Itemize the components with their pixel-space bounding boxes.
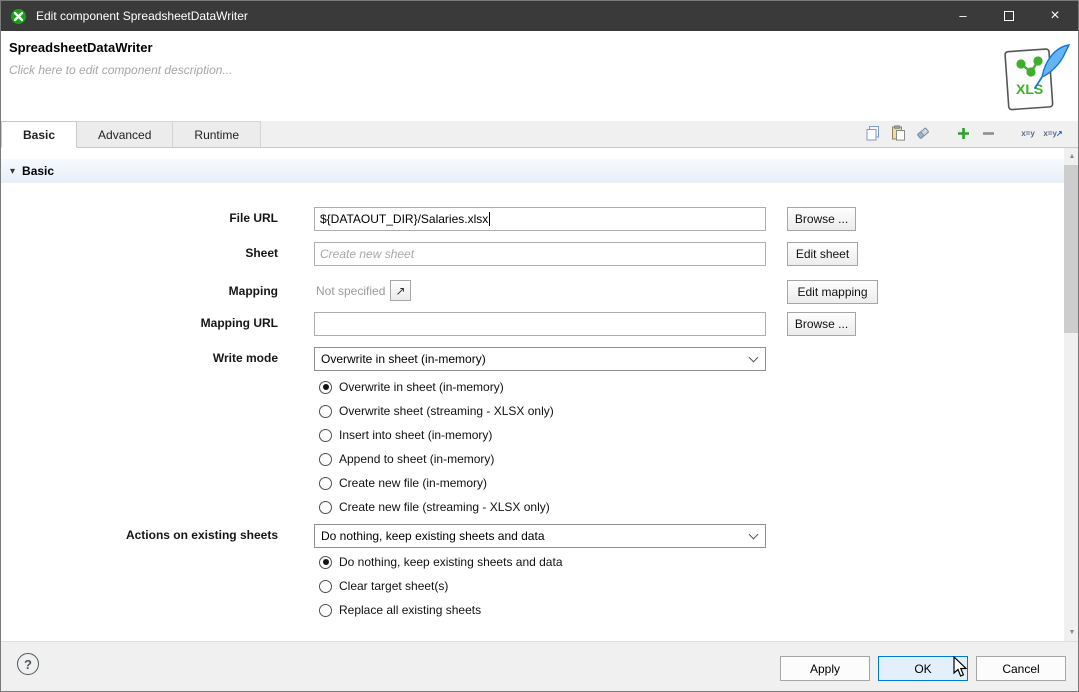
tab-basic[interactable]: Basic: [1, 121, 77, 148]
help-icon: ?: [24, 657, 32, 672]
scroll-up-button[interactable]: ▲: [1064, 148, 1079, 165]
minimize-icon: –: [959, 11, 966, 21]
actions-option-2[interactable]: Replace all existing sheets: [319, 601, 481, 619]
edit-mapping-button[interactable]: Edit mapping: [787, 280, 878, 304]
close-button[interactable]: ×: [1032, 1, 1078, 31]
sheet-label: Sheet: [41, 246, 278, 260]
edit-component-dialog: Edit component SpreadsheetDataWriter – ×…: [0, 0, 1079, 692]
title-bar: Edit component SpreadsheetDataWriter – ×: [1, 1, 1078, 31]
edit-sheet-button[interactable]: Edit sheet: [787, 242, 858, 266]
remove-attribute-icon[interactable]: [979, 124, 997, 142]
mapping-value: Not specified: [316, 284, 385, 298]
radio-button[interactable]: [319, 405, 332, 418]
actions-selected-value: Do nothing, keep existing sheets and dat…: [321, 529, 545, 543]
scroll-down-button[interactable]: ▼: [1064, 624, 1079, 641]
section-collapse-icon[interactable]: ▾: [10, 166, 15, 177]
scroll-down-icon: ▼: [1069, 629, 1076, 636]
radio-button[interactable]: [319, 604, 332, 617]
evaluate-expression-icon[interactable]: x=y↗: [1044, 124, 1062, 142]
tab-runtime[interactable]: Runtime: [173, 121, 261, 147]
radio-button[interactable]: [319, 580, 332, 593]
property-toolbar: x=y x=y↗: [864, 124, 1062, 142]
vertical-scrollbar[interactable]: ▲ ▼: [1064, 148, 1079, 641]
expand-icon: ↗: [395, 284, 405, 298]
radio-label[interactable]: Do nothing, keep existing sheets and dat…: [339, 555, 563, 569]
radio-button[interactable]: [319, 477, 332, 490]
file-url-value: ${DATAOUT_DIR}/Salaries.xlsx: [320, 212, 488, 226]
copy-icon[interactable]: [864, 124, 882, 142]
mapping-url-browse-button[interactable]: Browse ...: [787, 312, 856, 336]
write-mode-option-1[interactable]: Overwrite sheet (streaming - XLSX only): [319, 402, 554, 420]
mapping-label: Mapping: [41, 284, 278, 298]
tab-advanced[interactable]: Advanced: [77, 121, 173, 147]
reset-property-icon[interactable]: [914, 124, 932, 142]
radio-button[interactable]: [319, 501, 332, 514]
sheet-placeholder: Create new sheet: [320, 247, 414, 261]
section-title: Basic: [22, 164, 54, 178]
write-mode-option-5[interactable]: Create new file (streaming - XLSX only): [319, 498, 550, 516]
file-url-label: File URL: [41, 211, 278, 225]
sheet-input[interactable]: Create new sheet: [314, 242, 766, 266]
write-mode-combobox[interactable]: Overwrite in sheet (in-memory): [314, 347, 766, 371]
component-description-placeholder[interactable]: Click here to edit component description…: [9, 63, 232, 77]
actions-option-1[interactable]: Clear target sheet(s): [319, 577, 448, 595]
svg-text:XLS: XLS: [1016, 81, 1043, 97]
radio-button[interactable]: [319, 556, 332, 569]
mapping-url-input[interactable]: [314, 312, 766, 336]
maximize-icon: [1004, 11, 1014, 21]
section-basic-header[interactable]: ▾ Basic: [1, 159, 1064, 183]
actions-on-existing-sheets-label: Actions on existing sheets: [41, 528, 278, 542]
radio-label[interactable]: Clear target sheet(s): [339, 579, 448, 593]
scrollbar-thumb[interactable]: [1064, 165, 1079, 333]
cancel-button[interactable]: Cancel: [976, 656, 1066, 681]
write-mode-option-0[interactable]: Overwrite in sheet (in-memory): [319, 378, 504, 396]
write-mode-selected-value: Overwrite in sheet (in-memory): [321, 352, 486, 366]
mapping-url-label: Mapping URL: [41, 316, 278, 330]
write-mode-option-3[interactable]: Append to sheet (in-memory): [319, 450, 494, 468]
close-icon: ×: [1050, 7, 1059, 25]
radio-button[interactable]: [319, 453, 332, 466]
actions-combobox[interactable]: Do nothing, keep existing sheets and dat…: [314, 524, 766, 548]
file-url-input[interactable]: ${DATAOUT_DIR}/Salaries.xlsx: [314, 207, 766, 231]
evaluate-arrow-icon: ↗: [1056, 129, 1063, 138]
show-values-icon[interactable]: x=y: [1019, 124, 1037, 142]
chevron-down-icon: [749, 353, 759, 363]
write-mode-label: Write mode: [41, 351, 278, 365]
radio-label[interactable]: Replace all existing sheets: [339, 603, 481, 617]
window-controls: – ×: [940, 1, 1078, 31]
minimize-button[interactable]: –: [940, 1, 986, 31]
write-mode-option-4[interactable]: Create new file (in-memory): [319, 474, 487, 492]
add-attribute-icon[interactable]: [954, 124, 972, 142]
radio-label[interactable]: Create new file (streaming - XLSX only): [339, 500, 550, 514]
file-url-browse-button[interactable]: Browse ...: [787, 207, 856, 231]
radio-button[interactable]: [319, 381, 332, 394]
dialog-footer: ? Apply OK Cancel: [1, 641, 1079, 692]
actions-option-0[interactable]: Do nothing, keep existing sheets and dat…: [319, 553, 563, 571]
radio-label[interactable]: Append to sheet (in-memory): [339, 452, 494, 466]
spreadsheet-writer-component-icon: XLS: [997, 41, 1073, 120]
help-button[interactable]: ?: [17, 653, 39, 675]
radio-label[interactable]: Create new file (in-memory): [339, 476, 487, 490]
scroll-up-icon: ▲: [1069, 153, 1076, 160]
radio-label[interactable]: Insert into sheet (in-memory): [339, 428, 492, 442]
mapping-expand-button[interactable]: ↗: [390, 280, 411, 301]
mouse-cursor: [952, 656, 972, 683]
apply-button[interactable]: Apply: [780, 656, 870, 681]
paste-icon[interactable]: [889, 124, 907, 142]
component-name: SpreadsheetDataWriter: [9, 40, 153, 55]
write-mode-option-2[interactable]: Insert into sheet (in-memory): [319, 426, 492, 444]
radio-button[interactable]: [319, 429, 332, 442]
cloverdx-app-icon: [10, 8, 27, 25]
chevron-down-icon: [749, 530, 759, 540]
radio-label[interactable]: Overwrite in sheet (in-memory): [339, 380, 504, 394]
text-caret: [489, 212, 490, 226]
maximize-button[interactable]: [986, 1, 1032, 31]
window-title: Edit component SpreadsheetDataWriter: [36, 9, 248, 23]
radio-label[interactable]: Overwrite sheet (streaming - XLSX only): [339, 404, 554, 418]
